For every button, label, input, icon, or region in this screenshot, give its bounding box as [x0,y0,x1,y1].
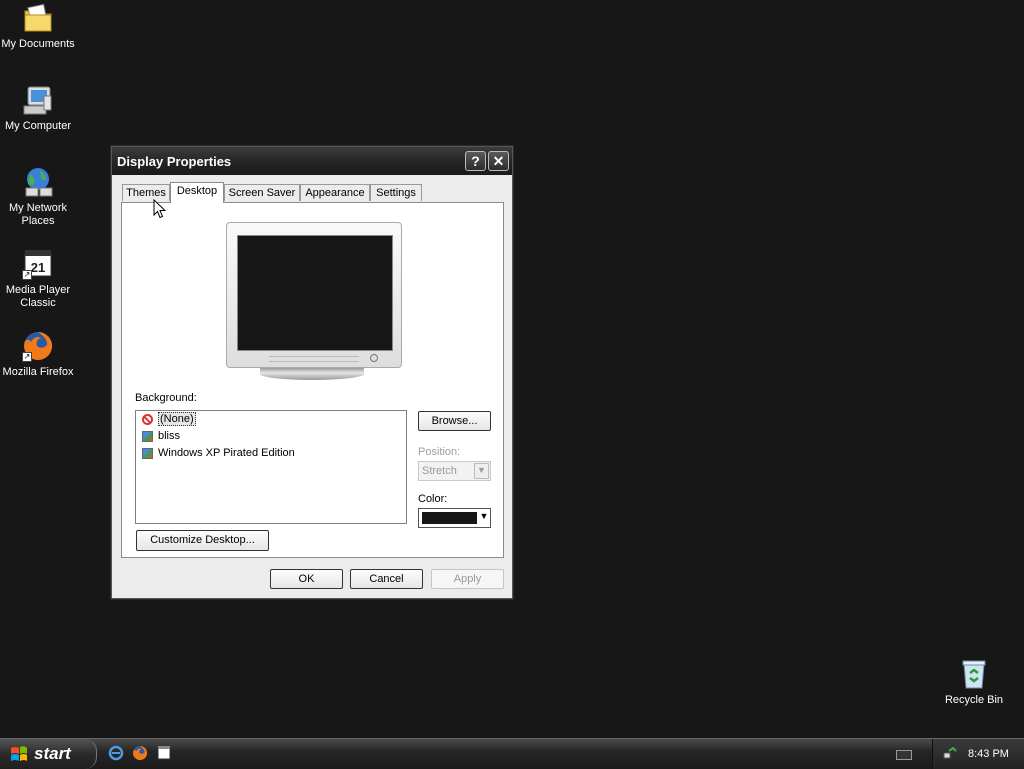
keyboard-icon[interactable] [896,750,912,760]
firefox-icon[interactable] [132,745,148,761]
color-picker[interactable]: ▼ [418,508,491,528]
chevron-down-icon: ▼ [474,463,489,479]
network-icon[interactable] [943,747,957,761]
monitor-slot [269,356,359,362]
tab-settings[interactable]: Settings [370,184,422,201]
desktop-icon-label: Media Player Classic [5,284,71,309]
monitor-stand [260,368,364,380]
system-tray: 8:43 PM [932,739,1024,769]
position-value: Stretch [422,465,457,477]
desktop-icon-recycle-bin[interactable]: Recycle Bin [936,658,1012,707]
internet-explorer-icon[interactable] [108,745,124,761]
list-item-label: bliss [158,430,181,442]
bitmap-icon [142,448,153,459]
display-properties-dialog: Display Properties ? ✕ Themes Desktop Sc… [111,146,513,599]
start-label: start [34,744,71,763]
clock[interactable]: 8:43 PM [968,748,1009,760]
taskbar: start 8:43 PM [0,738,1024,769]
desktop-icon-firefox[interactable]: ↗ Mozilla Firefox [0,330,76,379]
close-button[interactable]: ✕ [488,151,509,171]
background-listbox[interactable]: (None) bliss Windows XP Pirated Edition [135,410,407,524]
tab-desktop[interactable]: Desktop [170,182,224,203]
list-item-label: (None) [158,412,196,426]
background-label: Background: [135,392,197,404]
shortcut-arrow-icon: ↗ [22,270,32,280]
tab-screen-saver[interactable]: Screen Saver [224,184,300,201]
my-documents-icon [22,2,54,34]
my-computer-icon [22,84,54,116]
desktop-icon-label: My Network Places [8,202,68,227]
network-places-icon [22,166,54,198]
start-button[interactable]: start [0,739,97,769]
media-player-icon[interactable] [156,745,172,761]
desktop-icon-media-player[interactable]: 21 ↗ Media Player Classic [0,248,76,310]
list-item[interactable]: bliss [136,428,406,445]
browse-button[interactable]: Browse... [418,411,491,431]
monitor-preview [226,222,403,380]
position-label: Position: [418,446,461,458]
list-item[interactable]: Windows XP Pirated Edition [136,445,406,462]
mouse-cursor-icon [153,199,167,219]
cancel-button[interactable]: Cancel [350,569,423,589]
desktop-icon-label: Recycle Bin [944,694,1004,706]
windows-flag-icon [11,746,27,761]
desktop-icon-label: Mozilla Firefox [2,366,74,378]
media-player-icon: 21 ↗ [22,248,54,280]
customize-desktop-button[interactable]: Customize Desktop... [136,530,269,551]
list-item[interactable]: (None) [136,411,406,428]
desktop-icon-my-documents[interactable]: My Documents [0,2,76,51]
color-swatch [422,512,477,524]
list-item-label: Windows XP Pirated Edition [158,447,295,459]
position-select[interactable]: Stretch ▼ [418,461,491,481]
monitor-power-icon [370,354,378,362]
dialog-titlebar[interactable]: Display Properties ? ✕ [112,147,512,175]
firefox-icon: ↗ [22,330,54,362]
shortcut-arrow-icon: ↗ [22,352,32,362]
bitmap-icon [142,431,153,442]
ok-button[interactable]: OK [270,569,343,589]
help-button[interactable]: ? [465,151,486,171]
desktop-icon-network-places[interactable]: My Network Places [0,166,76,228]
recycle-bin-icon [958,658,990,690]
desktop-icon-label: My Documents [1,38,75,50]
chevron-down-icon: ▼ [479,511,489,521]
tab-appearance[interactable]: Appearance [300,184,370,201]
monitor-bezel [226,222,402,368]
monitor-screen [237,235,393,351]
apply-button[interactable]: Apply [431,569,504,589]
desktop-tab-panel: Background: (None) bliss Windows XP Pira… [121,202,504,558]
svg-text:21: 21 [31,260,45,275]
desktop-icon-my-computer[interactable]: My Computer [0,84,76,133]
color-label: Color: [418,493,448,505]
desktop-icon-label: My Computer [4,120,72,132]
none-icon [142,414,153,425]
dialog-title: Display Properties [117,154,232,169]
